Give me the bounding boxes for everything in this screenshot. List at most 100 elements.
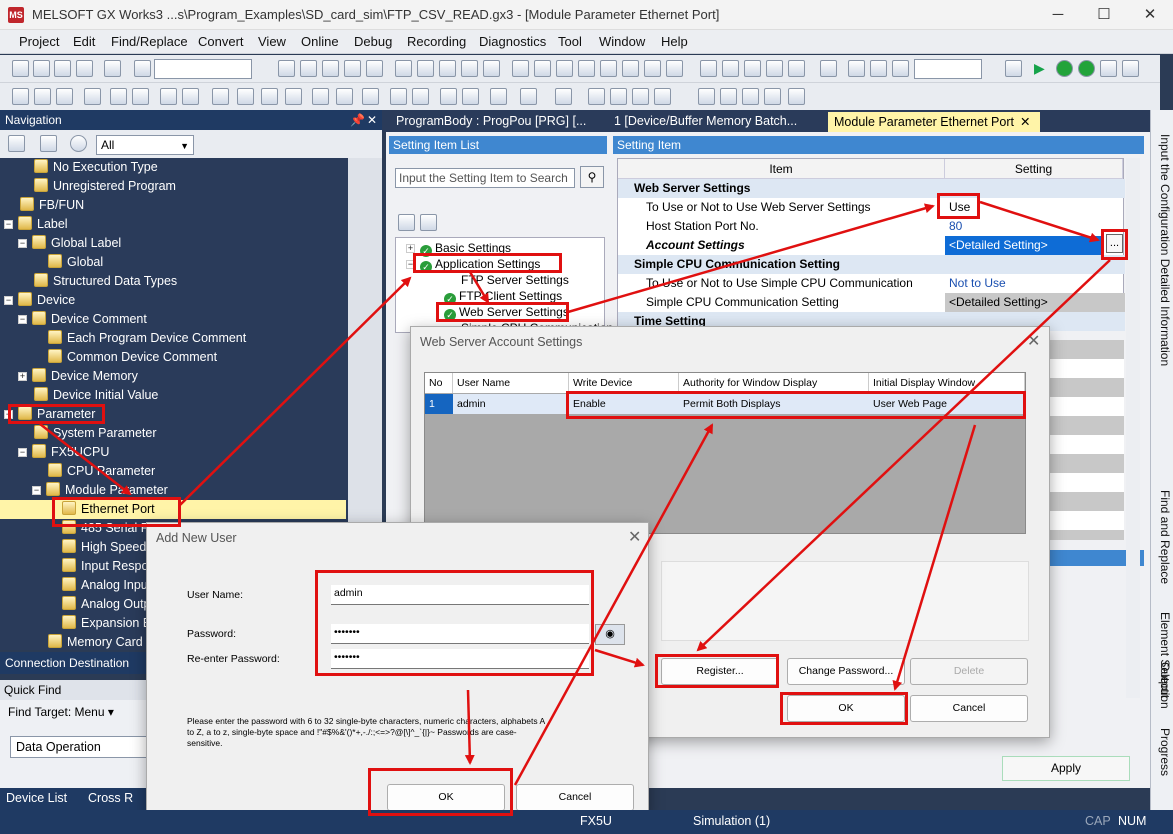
convert-icon[interactable] [417, 60, 434, 77]
collapse-all-icon[interactable] [420, 214, 437, 231]
nav-item-analog-input[interactable]: Analog Input [62, 576, 151, 595]
arrow2-icon[interactable] [722, 60, 739, 77]
expander-icon[interactable]: + [18, 372, 27, 381]
section-simple-cpu-communication[interactable]: Simple CPU Communication Setting [618, 255, 1125, 274]
tab-device-buffer-memory[interactable]: 1 [Device/Buffer Memory Batch... [608, 112, 816, 132]
row-simple-cpu-setting[interactable]: Simple CPU Communication Setting <Detaile… [618, 293, 1125, 312]
expander-icon[interactable]: + [406, 244, 415, 253]
cancel-button[interactable]: Cancel [910, 695, 1028, 722]
hex-icon[interactable] [56, 88, 73, 105]
dev-b-icon[interactable] [237, 88, 254, 105]
setting-grid-scrollbar[interactable] [1126, 158, 1140, 698]
table-icon[interactable] [820, 60, 837, 77]
tab-program-body[interactable]: ProgramBody : ProgPou [PRG] [... [390, 112, 602, 132]
info-icon[interactable] [104, 60, 121, 77]
setting-search-input[interactable]: Input the Setting Item to Search [395, 168, 575, 188]
menu-window[interactable]: Window [599, 34, 645, 49]
row-use-web-server[interactable]: To Use or Not to Use Web Server Settings… [618, 198, 1125, 217]
contact-icon[interactable] [520, 88, 537, 105]
tree-basic-settings[interactable]: + ✓ Basic Settings [406, 241, 511, 257]
replace-icon[interactable] [483, 60, 500, 77]
tree-ftp-server-settings[interactable]: FTP Server Settings [461, 273, 569, 287]
navigation-filter-select[interactable]: All ▼ [96, 135, 194, 155]
expand-all-icon[interactable] [398, 214, 415, 231]
help-icon[interactable] [134, 60, 151, 77]
row-account-settings[interactable]: Account Settings <Detailed Setting> [618, 236, 1125, 255]
cell-no[interactable]: 1 [425, 394, 453, 414]
paste-icon[interactable] [322, 60, 339, 77]
nav-item-parameter[interactable]: − Parameter [4, 405, 95, 424]
zoom-out-icon[interactable] [870, 60, 887, 77]
zoom-fit-icon[interactable] [892, 60, 909, 77]
reenter-password-input[interactable]: ••••••• [331, 649, 589, 669]
bars2-icon[interactable] [182, 88, 199, 105]
expander-icon[interactable]: − [18, 239, 27, 248]
expander-icon[interactable]: − [18, 315, 27, 324]
dev-c-icon[interactable] [261, 88, 278, 105]
nav-item-global[interactable]: Global [48, 253, 103, 272]
menu-edit[interactable]: Edit [73, 34, 95, 49]
close-button[interactable]: ✕ [1127, 0, 1173, 30]
device-icon[interactable] [395, 60, 412, 77]
grid2-icon[interactable] [132, 88, 149, 105]
tree-ftp-client-settings[interactable]: ✓ FTP Client Settings [444, 289, 562, 305]
tab-cross-reference[interactable]: Cross R [88, 791, 133, 805]
tab-module-parameter-ethernet-port[interactable]: Module Parameter Ethernet Port ✕ [828, 112, 1040, 132]
nav-item-common-device-comment[interactable]: Common Device Comment [48, 348, 217, 367]
bars-icon[interactable] [160, 88, 177, 105]
row-value[interactable]: Not to Use [945, 274, 1125, 293]
tab-output[interactable]: Output [1153, 662, 1172, 722]
table2-icon[interactable] [336, 88, 353, 105]
nav-item-device-comment[interactable]: − Device Comment [18, 310, 147, 329]
layout2-icon[interactable] [720, 88, 737, 105]
apply-button[interactable]: Apply [1002, 756, 1130, 781]
redo-icon[interactable] [366, 60, 383, 77]
layout-icon[interactable] [698, 88, 715, 105]
menu-debug[interactable]: Debug [354, 34, 392, 49]
row-use-simple-cpu[interactable]: To Use or Not to Use Simple CPU Communic… [618, 274, 1125, 293]
arrow-icon[interactable] [700, 60, 717, 77]
nav-item-fx5ucpu[interactable]: − FX5UCPU [18, 443, 109, 462]
menu-project[interactable]: Project [19, 34, 59, 49]
close-icon[interactable]: ✕ [1027, 331, 1040, 351]
cell-authority[interactable]: Permit Both Displays [679, 394, 869, 414]
ok-button[interactable]: OK [787, 695, 905, 722]
nav-item-global-label[interactable]: − Global Label [18, 234, 121, 253]
search2-icon[interactable] [555, 88, 572, 105]
nav-item-cpu-parameter[interactable]: CPU Parameter [48, 462, 155, 481]
tab-find-replace[interactable]: Find and Replace [1153, 490, 1172, 600]
check-icon[interactable] [1056, 60, 1073, 77]
check2-icon[interactable] [1078, 60, 1095, 77]
arrow5-icon[interactable] [788, 60, 805, 77]
dev-ok-icon[interactable] [1122, 60, 1139, 77]
pin-icon[interactable]: 📌 [350, 113, 365, 127]
verify-icon[interactable] [556, 60, 573, 77]
dev-a-icon[interactable] [212, 88, 229, 105]
delete-button[interactable]: Delete [910, 658, 1028, 685]
monitor-icon[interactable] [439, 60, 456, 77]
expander-icon[interactable]: − [4, 296, 13, 305]
close-icon[interactable]: ✕ [628, 527, 641, 547]
detail-setting-button[interactable]: ... [1106, 234, 1123, 253]
menu-tool[interactable]: Tool [558, 34, 582, 49]
nav-item-system-parameter[interactable]: System Parameter [34, 424, 157, 443]
close-tab-icon[interactable]: ✕ [1020, 115, 1030, 129]
diagnose-icon[interactable] [600, 60, 617, 77]
expander-icon[interactable]: − [406, 260, 415, 269]
read-plc-icon[interactable] [534, 60, 551, 77]
sim-icon[interactable] [1005, 60, 1022, 77]
cut-icon[interactable] [278, 60, 295, 77]
zoom-in-icon[interactable] [848, 60, 865, 77]
row-value[interactable]: <Detailed Setting> [945, 236, 1103, 255]
window4-icon[interactable] [654, 88, 671, 105]
ladder2-icon[interactable] [34, 88, 51, 105]
layout3-icon[interactable] [742, 88, 759, 105]
row-value[interactable]: <Detailed Setting> [945, 293, 1125, 312]
tree-application-settings[interactable]: − ✓ Application Settings [406, 257, 540, 273]
window3-icon[interactable] [632, 88, 649, 105]
dev2-icon[interactable] [644, 60, 661, 77]
register-button[interactable]: Register... [661, 658, 779, 685]
edit2-icon[interactable] [412, 88, 429, 105]
grid-icon[interactable] [110, 88, 127, 105]
tab-progress[interactable]: Progress [1153, 728, 1172, 798]
